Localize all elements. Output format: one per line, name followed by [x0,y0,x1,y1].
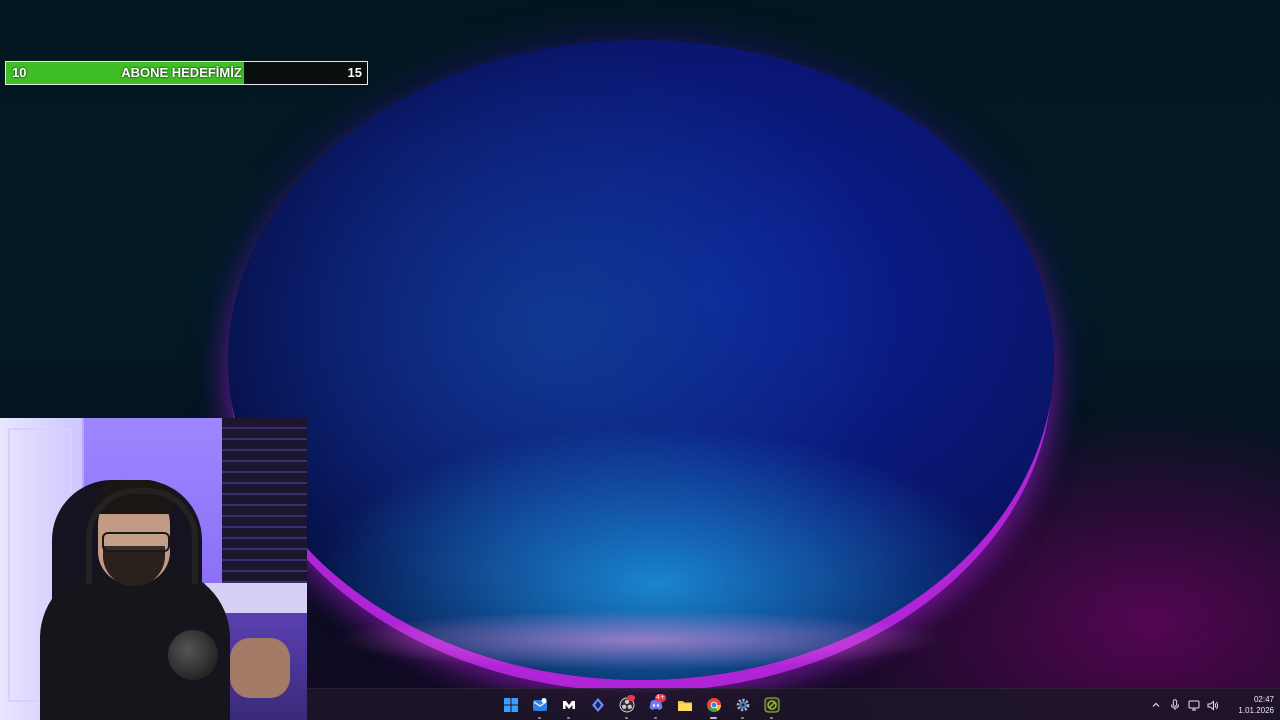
wallpaper-orb [228,40,1054,680]
taskbar-apps: 4+ [496,689,786,720]
taskbar: 4+ 02:47 1.01.2026 [307,688,1280,720]
taskbar-task-tool[interactable] [583,689,612,720]
goal-title-text: ABONE HEDEFİMİZ [121,65,242,80]
folder-icon [677,701,692,711]
taskbar-game-app[interactable] [757,689,786,720]
obs-notification-dot [627,695,635,701]
gear-icon [736,698,749,712]
microphone-icon [1170,699,1179,710]
taskbar-file-explorer[interactable] [670,689,699,720]
wallpaper-glow [330,610,950,670]
m-logo-icon [562,701,575,709]
system-tray: 02:47 1.01.2026 [1146,689,1280,720]
windows-logo-icon [503,698,518,712]
chrome-icon [706,698,721,713]
webcam-overlay [0,418,307,720]
discord-notification-badge: 4+ [655,694,666,702]
taskbar-mail-app[interactable] [525,689,554,720]
network-button[interactable] [1184,689,1203,720]
show-hidden-icons-button[interactable] [1146,689,1165,720]
volume-icon [1207,699,1218,711]
taskbar-chrome[interactable] [699,689,728,720]
clock-button[interactable]: 02:47 1.01.2026 [1226,694,1274,716]
network-icon [1188,700,1199,710]
webcam-microphone [168,630,218,680]
desktop: 10 ABONE HEDEFİMİZ 15 4+ 02:47 1.01.2026 [0,0,1280,720]
game-icon [764,697,779,713]
subscriber-goal-bar: 10 ABONE HEDEFİMİZ 15 [5,61,368,85]
taskbar-game-launcher[interactable] [554,689,583,720]
microphone-button[interactable] [1165,689,1184,720]
clock-date: 1.01.2026 [1238,706,1274,715]
clock-time: 02:47 [1253,695,1274,704]
taskbar-obs-studio[interactable] [612,689,641,720]
diamond-icon [591,698,604,712]
chevron-up-icon [1152,702,1159,707]
webcam-headphones [86,488,198,584]
taskbar-settings-app[interactable] [728,689,757,720]
taskbar-discord[interactable]: 4+ [641,689,670,720]
goal-target-count: 15 [347,65,362,80]
webcam-person-arm [230,638,290,698]
mail-icon [532,698,547,711]
volume-button[interactable] [1203,689,1222,720]
start-button[interactable] [496,689,525,720]
webcam-window-blind [222,418,307,588]
goal-title: ABONE HEDEFİMİZ [6,62,367,84]
